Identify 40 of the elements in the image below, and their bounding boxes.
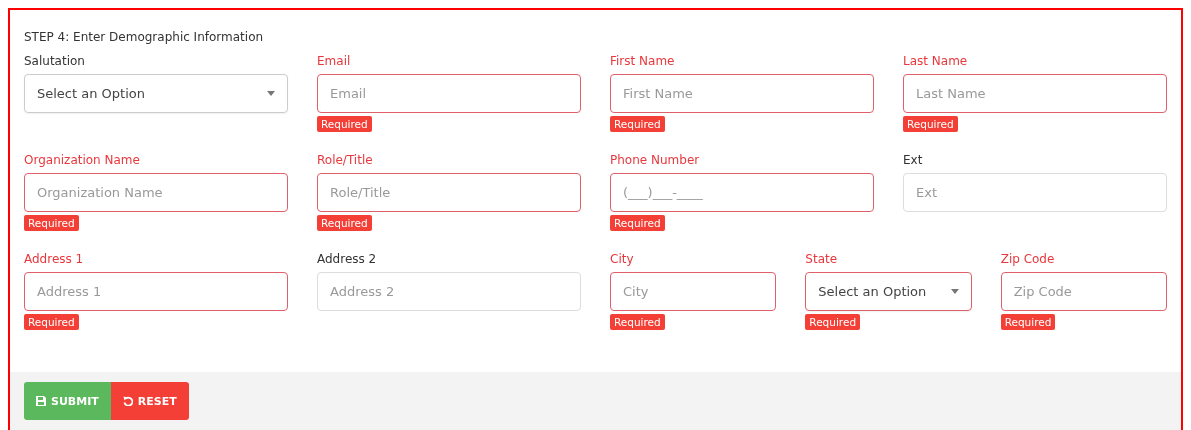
- field-label: Phone Number: [610, 153, 700, 167]
- select-field[interactable]: Select an Option: [805, 272, 972, 311]
- required-badge: Required: [317, 215, 372, 231]
- field-label: Ext: [903, 153, 923, 167]
- reset-button[interactable]: RESET: [110, 382, 189, 420]
- required-badge: Required: [903, 116, 958, 132]
- required-badge: Required: [805, 314, 861, 330]
- input-field[interactable]: Last Name: [903, 74, 1167, 113]
- required-badge: Required: [1000, 314, 1056, 330]
- required-badge: Required: [610, 215, 665, 231]
- required-badge: Required: [24, 314, 79, 330]
- select-field[interactable]: Select an Option: [24, 74, 288, 113]
- input-field[interactable]: Role/Title: [317, 173, 581, 212]
- input-field[interactable]: Organization Name: [24, 173, 288, 212]
- undo-icon: [122, 396, 133, 406]
- required-badge: Required: [317, 116, 372, 132]
- field-label: Role/Title: [317, 153, 373, 167]
- section-heading: STEP 4: Enter Demographic Information: [24, 30, 265, 44]
- input-field[interactable]: (___)___-____: [610, 173, 874, 212]
- required-badge: Required: [610, 314, 665, 330]
- field-label: Email: [317, 54, 351, 68]
- required-badge: Required: [24, 215, 79, 231]
- save-icon: [36, 396, 46, 406]
- field-label: First Name: [610, 54, 675, 68]
- field-label: State: [805, 252, 838, 266]
- input-field[interactable]: City: [610, 272, 777, 311]
- input-field[interactable]: First Name: [610, 74, 874, 113]
- input-field[interactable]: Zip Code: [1000, 272, 1167, 311]
- field-label: Address 2: [317, 252, 377, 266]
- field-label: City: [610, 252, 634, 266]
- required-badge: Required: [610, 116, 665, 132]
- field-label: Zip Code: [1000, 252, 1055, 266]
- input-field[interactable]: Email: [317, 74, 581, 113]
- caret-icon: [267, 91, 275, 96]
- field-label: Last Name: [903, 54, 968, 68]
- field-label: Organization Name: [24, 153, 140, 167]
- field-label: Address 1: [24, 252, 84, 266]
- input-field[interactable]: Address 1: [24, 272, 288, 311]
- field-label: Salutation: [24, 54, 85, 68]
- caret-icon: [950, 289, 959, 294]
